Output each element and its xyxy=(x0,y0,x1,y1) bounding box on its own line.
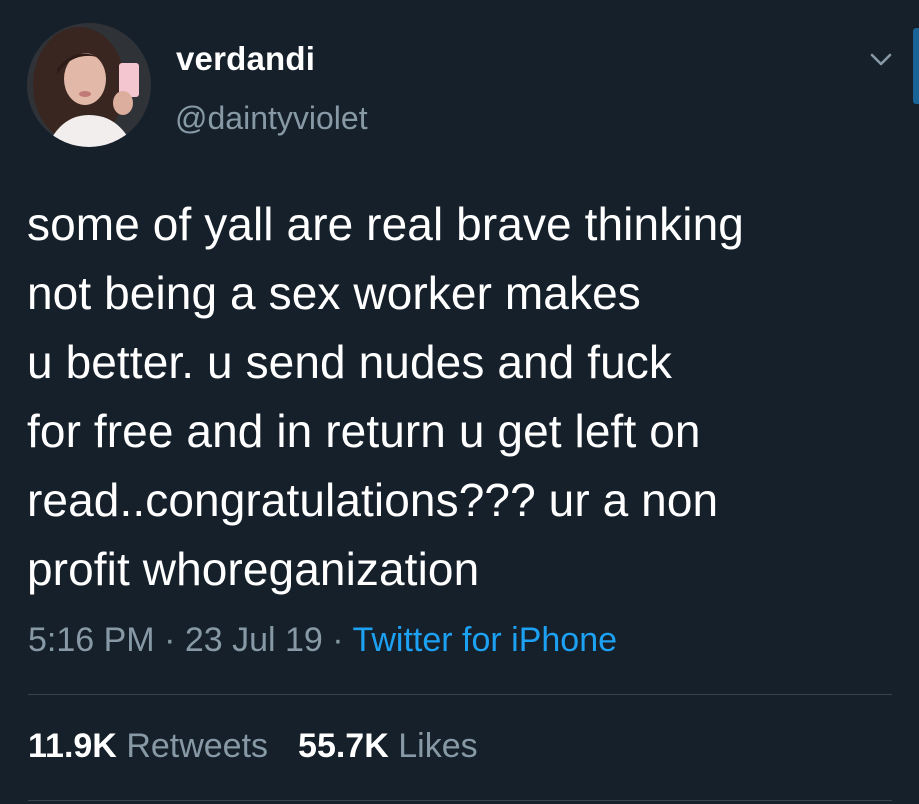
divider xyxy=(28,694,892,695)
likes-label: Likes xyxy=(398,727,478,765)
tweet-source-link[interactable]: Twitter for iPhone xyxy=(352,621,617,659)
meta-separator: · xyxy=(322,621,353,659)
engagement-stats: 11.9K Retweets 55.7K Likes xyxy=(28,727,478,766)
tweet-text: some of yall are real brave thinking not… xyxy=(27,198,744,595)
tweet-metadata: 5:16 PM · 23 Jul 19 · Twitter for iPhone xyxy=(28,621,617,660)
display-name[interactable]: verdandi xyxy=(176,40,315,78)
tweet-detail: verdandi @daintyviolet some of yall are … xyxy=(0,0,919,804)
meta-separator: · xyxy=(154,621,185,659)
chevron-down-icon[interactable] xyxy=(866,44,896,74)
divider xyxy=(28,800,892,801)
retweets-stat[interactable]: 11.9K Retweets xyxy=(28,727,268,766)
likes-count: 55.7K xyxy=(298,727,389,765)
tweet-date[interactable]: 23 Jul 19 xyxy=(185,621,323,659)
user-handle[interactable]: @daintyviolet xyxy=(175,100,368,137)
scrollbar[interactable] xyxy=(913,28,919,104)
retweets-label: Retweets xyxy=(126,727,269,765)
tweet-time[interactable]: 5:16 PM xyxy=(28,621,155,659)
profile-photo-icon xyxy=(27,23,151,147)
avatar[interactable] xyxy=(27,23,151,147)
retweets-count: 11.9K xyxy=(28,727,117,765)
likes-stat[interactable]: 55.7K Likes xyxy=(298,727,478,766)
